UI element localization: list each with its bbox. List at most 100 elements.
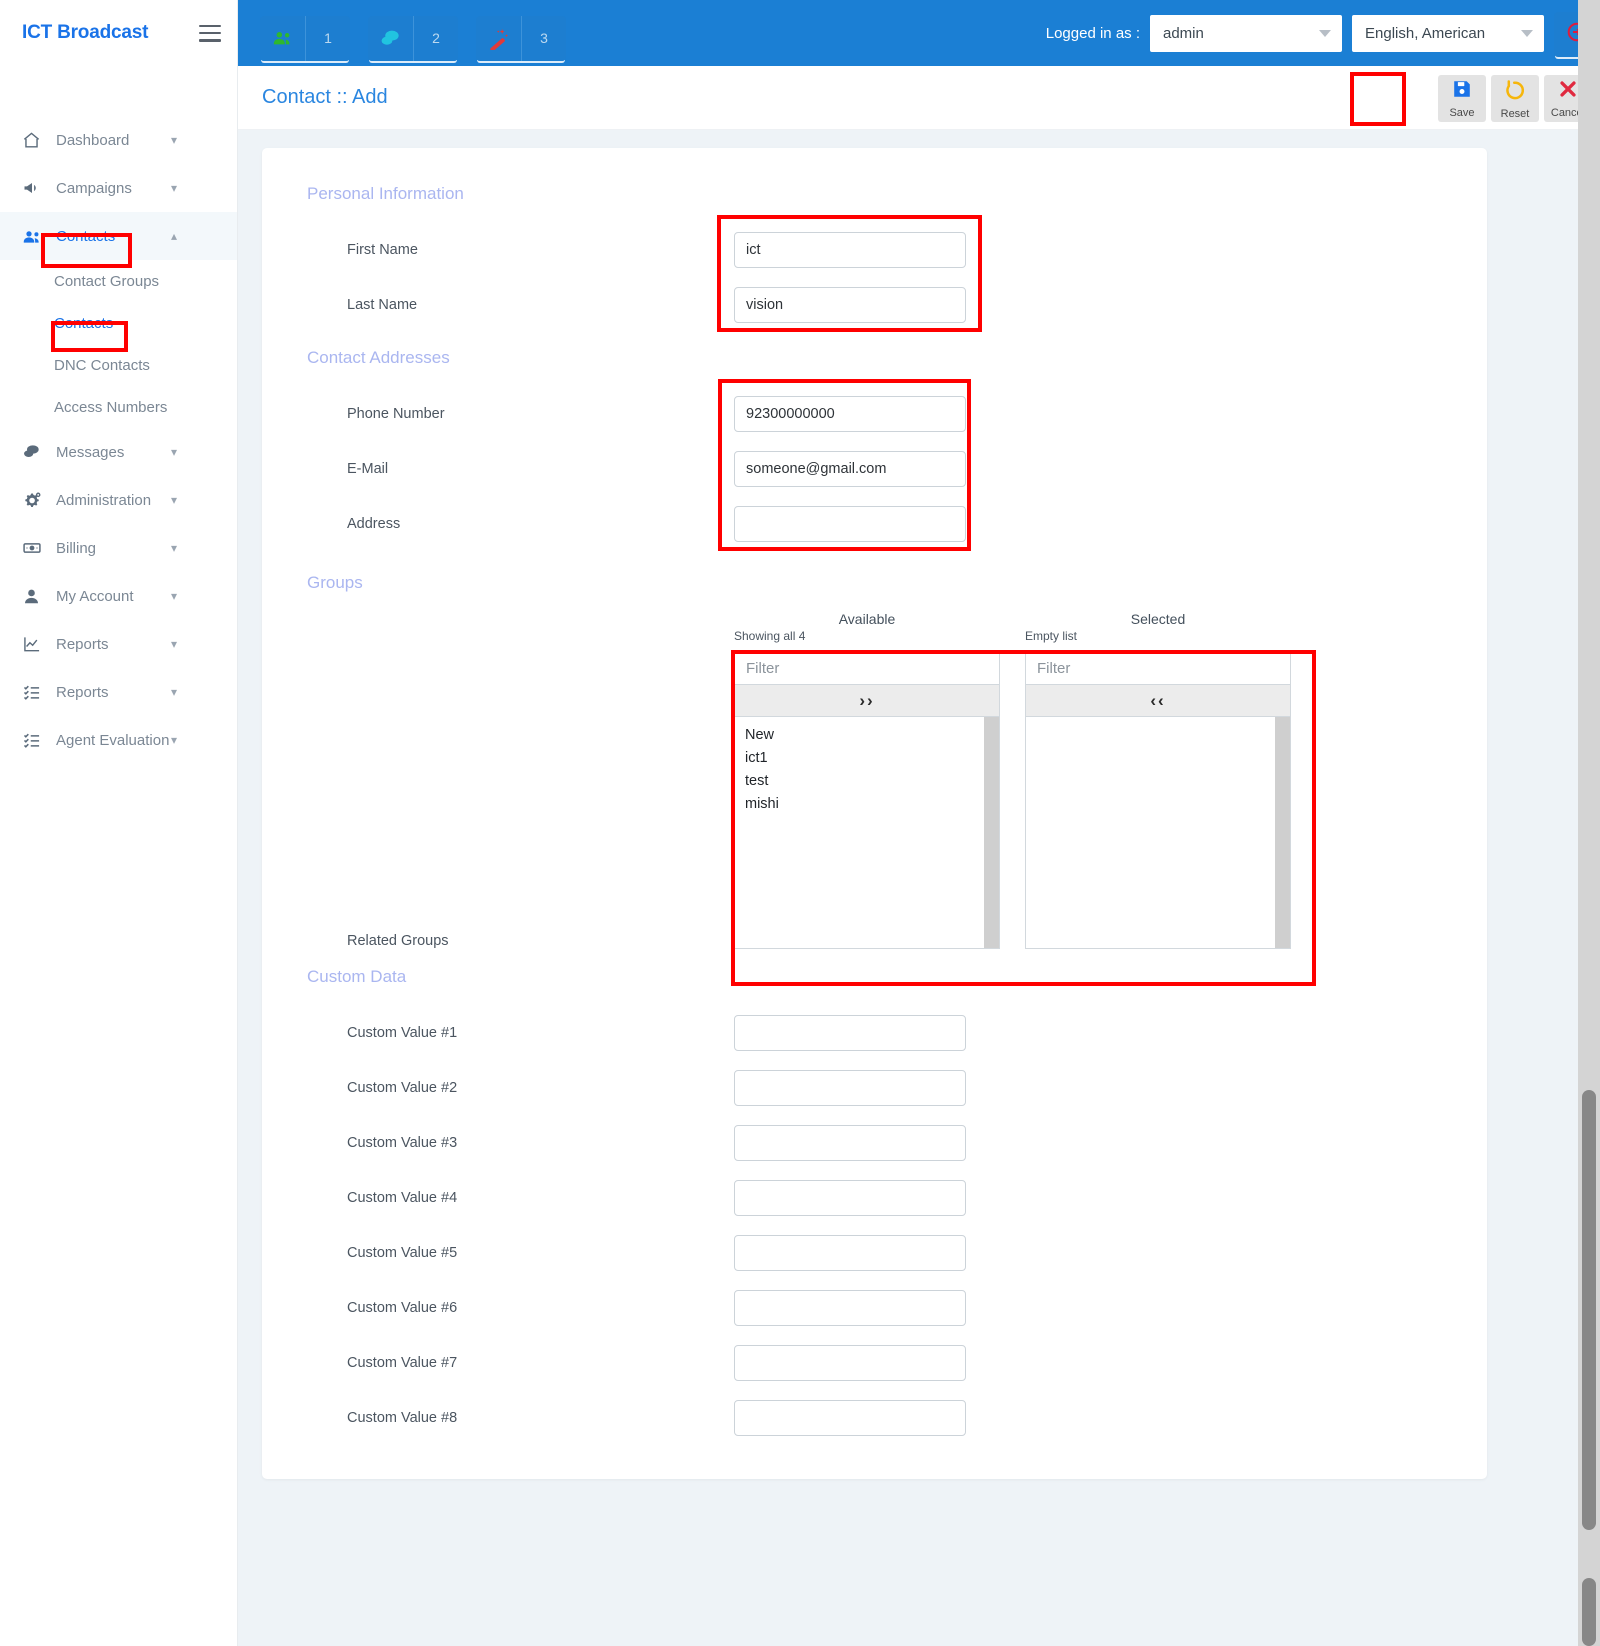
first-name-input[interactable]: ict [734, 231, 966, 268]
custom-value-5-input[interactable] [734, 1234, 966, 1271]
language-select[interactable]: English, American [1352, 14, 1544, 52]
logged-in-label: Logged in as : [1045, 24, 1140, 42]
chat-cyan-icon[interactable] [368, 15, 413, 61]
sidebar-label-reports-list: Reports [56, 683, 109, 701]
sidebar-item-reports-chart[interactable]: Reports ▾ [0, 620, 237, 668]
megaphone-icon [22, 178, 48, 198]
available-list[interactable]: New ict1 test mishi [734, 717, 1000, 949]
label-first-name: First Name [347, 241, 418, 258]
field-row-custom-6: Custom Value #6 [286, 1280, 1463, 1335]
available-list-scrollbar[interactable] [984, 717, 999, 948]
sidebar-item-reports-list[interactable]: Reports ▾ [0, 668, 237, 716]
custom-value-8-input[interactable] [734, 1399, 966, 1436]
hamburger-icon[interactable] [199, 24, 221, 42]
move-left-button[interactable]: ‹‹ [1025, 685, 1291, 717]
sidebar-item-contact-groups[interactable]: Contact Groups [0, 260, 237, 302]
sidebar-item-dashboard[interactable]: Dashboard ▾ [0, 116, 237, 164]
reset-button-label: Reset [1500, 107, 1530, 120]
badge-group-contacts[interactable]: 1 [260, 15, 350, 61]
list-item[interactable]: mishi [745, 793, 984, 816]
list-item[interactable]: test [745, 770, 984, 793]
available-title: Available [838, 611, 896, 627]
label-custom-5: Custom Value #5 [347, 1244, 458, 1261]
label-last-name: Last Name [347, 296, 418, 313]
custom-value-2-input[interactable] [734, 1069, 966, 1106]
badge-count-messages[interactable]: 2 [413, 15, 458, 61]
chevron-down-icon: ▾ [170, 493, 177, 507]
app-root: ICT Broadcast Dashboard ▾ Campaigns ▾ Co… [0, 0, 1600, 1646]
user-select-value: admin [1163, 24, 1204, 42]
field-row-custom-3: Custom Value #3 [286, 1115, 1463, 1170]
selected-list[interactable] [1025, 717, 1291, 949]
list-check-icon [22, 682, 48, 702]
custom-value-1-input[interactable] [734, 1014, 966, 1051]
list-item[interactable]: ict1 [745, 747, 984, 770]
top-bar-badges: 1 2 3 [260, 15, 566, 61]
sidebar-item-administration[interactable]: Administration ▾ [0, 476, 237, 524]
sidebar-item-access-numbers[interactable]: Access Numbers [0, 386, 237, 428]
custom-value-7-input[interactable] [734, 1344, 966, 1381]
chevron-down-icon [1521, 29, 1533, 37]
badge-count-wizard[interactable]: 3 [521, 15, 566, 61]
phone-number-input[interactable]: 92300000000 [734, 395, 966, 432]
language-select-value: English, American [1365, 24, 1486, 42]
top-bar: 1 2 3 Logged in as : admin English, Amer… [238, 0, 1600, 66]
dual-list-available: Available Showing all 4 Filter ›› New ic… [734, 611, 1000, 949]
sidebar: ICT Broadcast Dashboard ▾ Campaigns ▾ Co… [0, 0, 238, 1646]
custom-value-3-input[interactable] [734, 1124, 966, 1161]
section-custom-data: Custom Data [307, 967, 407, 986]
user-select[interactable]: admin [1150, 14, 1342, 52]
save-button[interactable]: Save [1438, 75, 1486, 122]
chevron-down-icon: ▾ [170, 181, 177, 195]
sidebar-item-agent-evaluation[interactable]: Agent Evaluation ▾ [0, 716, 237, 764]
user-icon [22, 586, 48, 606]
address-input[interactable] [734, 505, 966, 542]
label-custom-2: Custom Value #2 [347, 1079, 458, 1096]
brand-title: ICT Broadcast [22, 22, 149, 43]
sidebar-nav: Dashboard ▾ Campaigns ▾ Contacts ▴ Conta… [0, 116, 237, 764]
window-scrollbar-thumb-lower[interactable] [1582, 1578, 1596, 1646]
field-row-custom-1: Custom Value #1 [286, 1005, 1463, 1060]
chat-icon [22, 442, 48, 462]
chevron-down-icon: ▾ [170, 733, 177, 747]
badge-group-messages[interactable]: 2 [368, 15, 458, 61]
field-row-last-name: Last Name vision [286, 277, 1463, 332]
last-name-input[interactable]: vision [734, 286, 966, 323]
selected-filter-input[interactable]: Filter [1025, 652, 1291, 685]
available-filter-input[interactable]: Filter [734, 652, 1000, 685]
page-title: Contact :: Add [262, 86, 388, 108]
sidebar-label-billing: Billing [56, 539, 97, 557]
list-item[interactable]: New [745, 724, 984, 747]
sidebar-item-messages[interactable]: Messages ▾ [0, 428, 237, 476]
badge-group-wizard[interactable]: 3 [476, 15, 566, 61]
window-scrollbar-thumb[interactable] [1582, 1090, 1596, 1530]
field-row-custom-5: Custom Value #5 [286, 1225, 1463, 1280]
selected-list-scrollbar[interactable] [1275, 717, 1290, 948]
sidebar-item-my-account[interactable]: My Account ▾ [0, 572, 237, 620]
move-right-button[interactable]: ›› [734, 685, 1000, 717]
sidebar-label-campaigns: Campaigns [56, 179, 132, 197]
users-green-icon[interactable] [260, 15, 305, 61]
chevron-down-icon: ▾ [170, 685, 177, 699]
sidebar-item-billing[interactable]: Billing ▾ [0, 524, 237, 572]
custom-value-4-input[interactable] [734, 1179, 966, 1216]
reset-button[interactable]: Reset [1491, 75, 1539, 122]
top-bar-right: Logged in as : admin English, American [1046, 0, 1600, 66]
email-input[interactable]: someone@gmail.com [734, 450, 966, 487]
chevron-up-icon: ▴ [170, 229, 177, 243]
sidebar-item-contacts-sub[interactable]: Contacts [0, 302, 237, 344]
chevron-down-icon [1319, 29, 1331, 37]
label-custom-7: Custom Value #7 [347, 1354, 458, 1371]
sidebar-item-campaigns[interactable]: Campaigns ▾ [0, 164, 237, 212]
magic-wand-red-icon[interactable] [476, 15, 521, 61]
field-row-custom-7: Custom Value #7 [286, 1335, 1463, 1390]
custom-value-6-input[interactable] [734, 1289, 966, 1326]
badge-count-contacts[interactable]: 1 [305, 15, 350, 61]
sidebar-label-reports-chart: Reports [56, 635, 109, 653]
sidebar-item-contacts[interactable]: Contacts ▴ [0, 212, 237, 260]
window-scrollbar[interactable] [1578, 0, 1600, 1646]
sidebar-label-administration: Administration [56, 491, 152, 509]
sidebar-label-dnc-contacts: DNC Contacts [54, 356, 150, 374]
field-row-custom-4: Custom Value #4 [286, 1170, 1463, 1225]
sidebar-item-dnc-contacts[interactable]: DNC Contacts [0, 344, 237, 386]
